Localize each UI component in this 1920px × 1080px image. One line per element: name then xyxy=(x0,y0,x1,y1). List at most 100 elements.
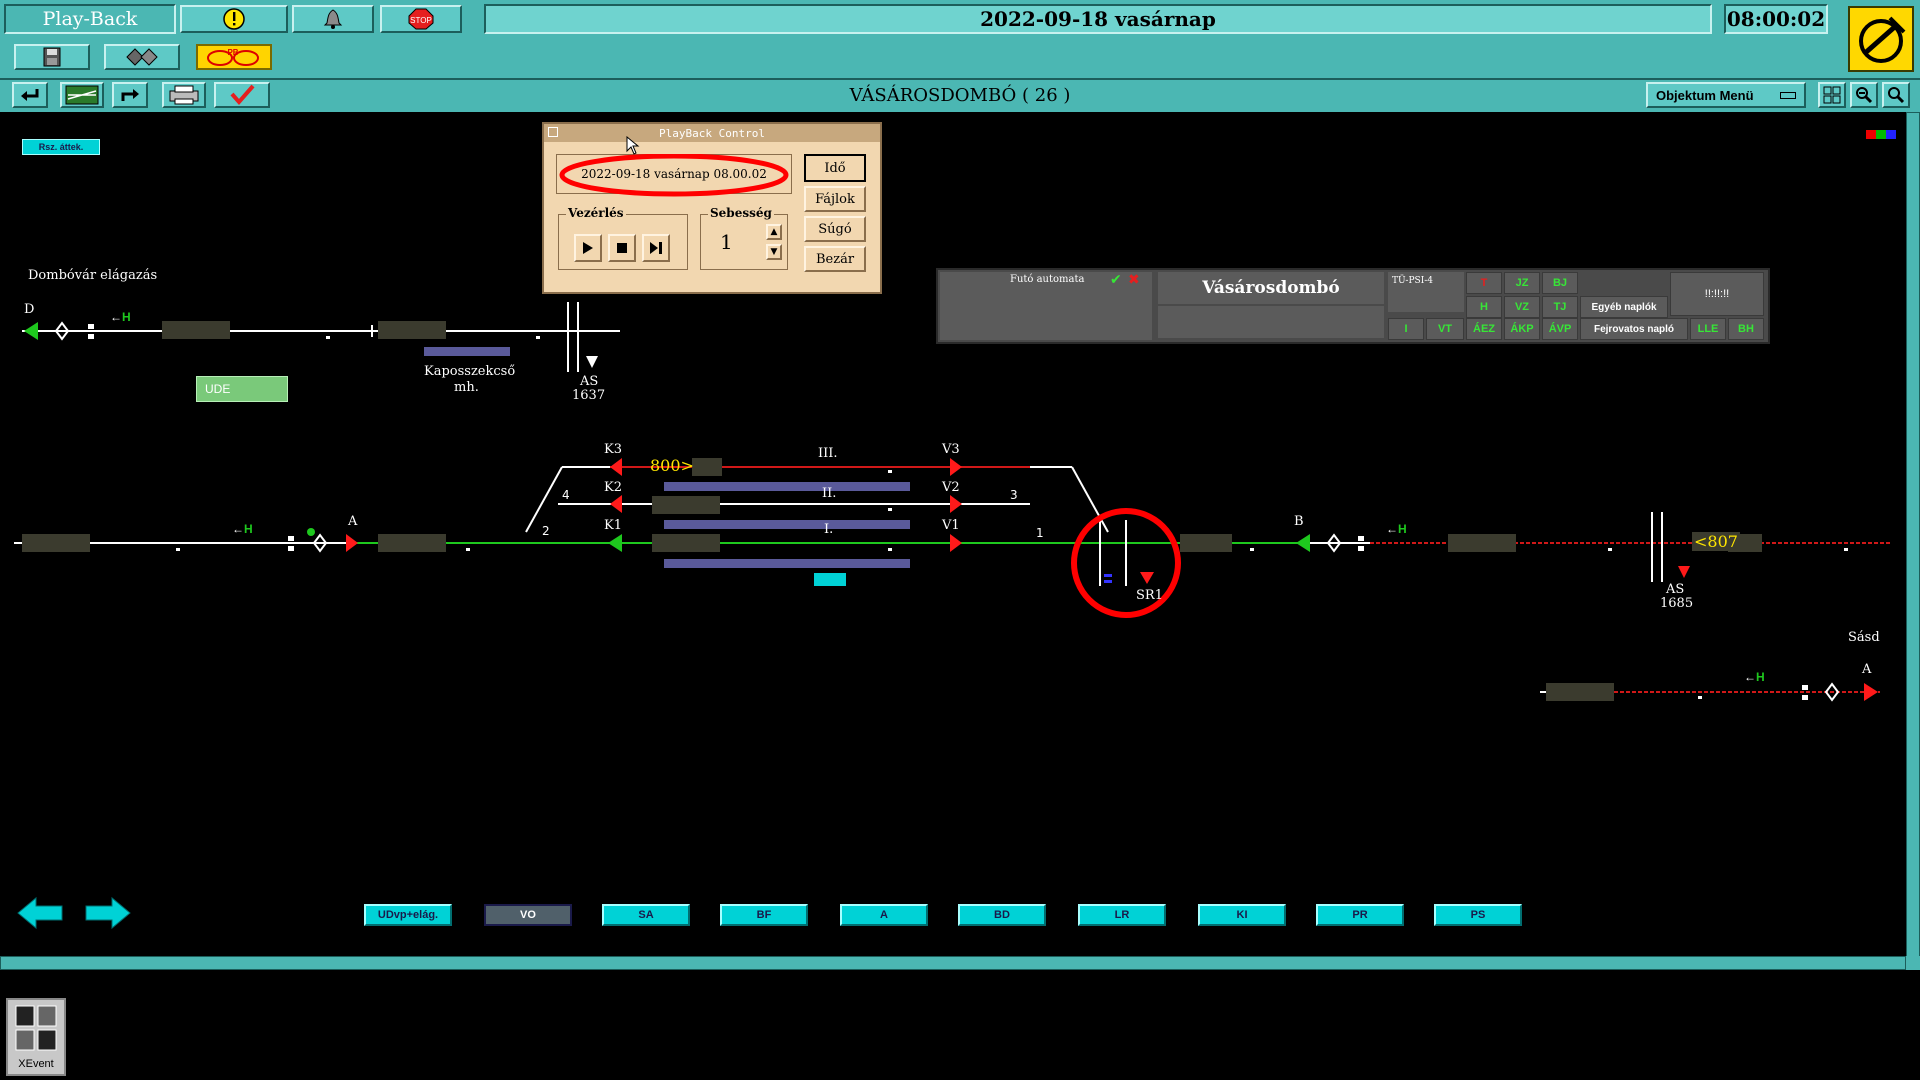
arrow-left-icon: ← xyxy=(1386,522,1398,536)
track-section xyxy=(652,534,720,552)
files-button[interactable]: Fájlok xyxy=(804,186,866,212)
playback-window: PlayBack Control 2022-09-18 vasárnap 08.… xyxy=(542,122,882,294)
indicator-avp[interactable]: ÁVP xyxy=(1542,318,1578,340)
alert-button[interactable] xyxy=(180,5,288,33)
playback-titlebar[interactable]: PlayBack Control xyxy=(544,124,880,142)
xevent-launcher[interactable]: XEvent xyxy=(6,998,66,1076)
signal-v3-label: V3 xyxy=(942,442,960,457)
svg-text:PB: PB xyxy=(227,48,238,57)
control-label: Vezérlés xyxy=(566,206,626,220)
indicator-vt[interactable]: VT xyxy=(1426,318,1464,340)
time-button[interactable]: Idő xyxy=(804,154,866,182)
nav-sa[interactable]: SA xyxy=(602,904,690,926)
logo-button[interactable] xyxy=(1848,6,1914,72)
window-menu-icon[interactable] xyxy=(548,127,558,137)
kaposszekcso-label: Kaposszekcső xyxy=(424,364,516,379)
signal-d-label: D xyxy=(24,302,35,317)
save-button[interactable] xyxy=(14,44,90,70)
speed-up-button[interactable]: ▲ xyxy=(766,224,782,240)
scroll-right-button[interactable] xyxy=(84,896,132,930)
check-icon: ✔ xyxy=(1110,272,1122,288)
sr1-indicator xyxy=(1140,572,1154,584)
pb-glasses-icon: PB xyxy=(207,48,259,66)
signal-v2-label: V2 xyxy=(942,480,960,495)
track-section xyxy=(1448,534,1516,552)
signal-a xyxy=(346,534,358,552)
grid-icon xyxy=(1823,86,1841,104)
bell-button[interactable] xyxy=(292,5,374,33)
signal-k2 xyxy=(610,495,622,513)
indicator-vz[interactable]: VZ xyxy=(1504,296,1540,318)
ude-button[interactable]: UDE xyxy=(196,376,288,402)
indicator-bh[interactable]: BH xyxy=(1728,318,1764,340)
signal-k3-label: K3 xyxy=(604,442,622,457)
nav-ps[interactable]: PS xyxy=(1434,904,1522,926)
nav-vo[interactable]: VO xyxy=(484,904,572,926)
stop-button[interactable]: STOP xyxy=(380,5,462,33)
menu-bar-icon xyxy=(1780,91,1796,99)
window-grid-icon xyxy=(15,1005,57,1051)
step-button[interactable] xyxy=(642,234,670,262)
indicator-t[interactable]: T xyxy=(1466,272,1502,294)
nav-a[interactable]: A xyxy=(840,904,928,926)
switch-2-label: 2 xyxy=(542,524,550,538)
print-button[interactable] xyxy=(162,82,206,108)
help-button[interactable]: Súgó xyxy=(804,216,866,242)
tools-button[interactable] xyxy=(104,44,180,70)
stop-square-icon xyxy=(617,243,627,253)
map-button[interactable] xyxy=(60,82,104,108)
train-800[interactable]: 800> xyxy=(650,456,694,475)
back-button[interactable] xyxy=(12,82,48,108)
indicator-bj[interactable]: BJ xyxy=(1542,272,1578,294)
nav-lr[interactable]: LR xyxy=(1078,904,1166,926)
indicator-lle[interactable]: LLE xyxy=(1690,318,1726,340)
nav-bf[interactable]: BF xyxy=(720,904,808,926)
zoom-out-button[interactable] xyxy=(1850,82,1878,108)
track-section xyxy=(162,321,230,339)
signal-k1 xyxy=(608,534,622,552)
indicator-h[interactable]: H xyxy=(1466,296,1502,318)
track-section xyxy=(1180,534,1232,552)
horizontal-scrollbar[interactable] xyxy=(0,956,1906,970)
printer-icon xyxy=(169,85,199,105)
play-button[interactable] xyxy=(574,234,602,262)
header-log-button[interactable]: Fejrovatos napló xyxy=(1580,318,1688,340)
indicator-aez[interactable]: ÁEZ xyxy=(1466,318,1502,340)
datetime-display: 2022-09-18 vasárnap xyxy=(484,4,1712,34)
indicator-tj[interactable]: TJ xyxy=(1542,296,1578,318)
confirm-button[interactable] xyxy=(214,82,270,108)
nav-pr[interactable]: PR xyxy=(1316,904,1404,926)
indicator-akp[interactable]: ÁKP xyxy=(1504,318,1540,340)
mouse-cursor-icon xyxy=(626,136,640,155)
vertical-scrollbar[interactable] xyxy=(1906,112,1920,970)
track-iii-label: III. xyxy=(818,446,838,461)
panel-clock: !!:!!:!! xyxy=(1670,272,1764,316)
speed-down-button[interactable]: ▼ xyxy=(766,244,782,260)
track-diagram xyxy=(14,302,1890,702)
back-arrow-icon xyxy=(21,89,39,101)
nav-udvp[interactable]: UDvp+elág. xyxy=(364,904,452,926)
platform-marker xyxy=(814,573,846,586)
scroll-left-button[interactable] xyxy=(16,896,64,930)
speed-value: 1 xyxy=(720,230,733,254)
zoom-in-icon xyxy=(1888,87,1905,104)
object-menu-button[interactable]: Objektum Menü xyxy=(1646,82,1806,108)
railway-logo-icon xyxy=(1859,16,1906,63)
other-logs-button[interactable]: Egyéb naplók xyxy=(1580,296,1668,318)
pb-mode-button[interactable]: PB xyxy=(196,44,272,70)
grid-view-button[interactable] xyxy=(1818,82,1846,108)
signal-a-sasd xyxy=(1864,683,1878,701)
signal-k2-label: K2 xyxy=(604,480,622,495)
forward-button[interactable] xyxy=(112,82,148,108)
indicator-jz[interactable]: JZ xyxy=(1504,272,1540,294)
train-807[interactable]: <807 xyxy=(1692,532,1740,551)
as1685-label: AS xyxy=(1666,582,1685,597)
indicator-i[interactable]: I xyxy=(1388,318,1424,340)
nav-ki[interactable]: KI xyxy=(1198,904,1286,926)
close-button[interactable]: Bezár xyxy=(804,246,866,272)
stop-playback-button[interactable] xyxy=(608,234,636,262)
track-i-label: I. xyxy=(824,522,834,537)
nav-bd[interactable]: BD xyxy=(958,904,1046,926)
zoom-in-button[interactable] xyxy=(1882,82,1910,108)
signal-k3 xyxy=(610,458,622,476)
